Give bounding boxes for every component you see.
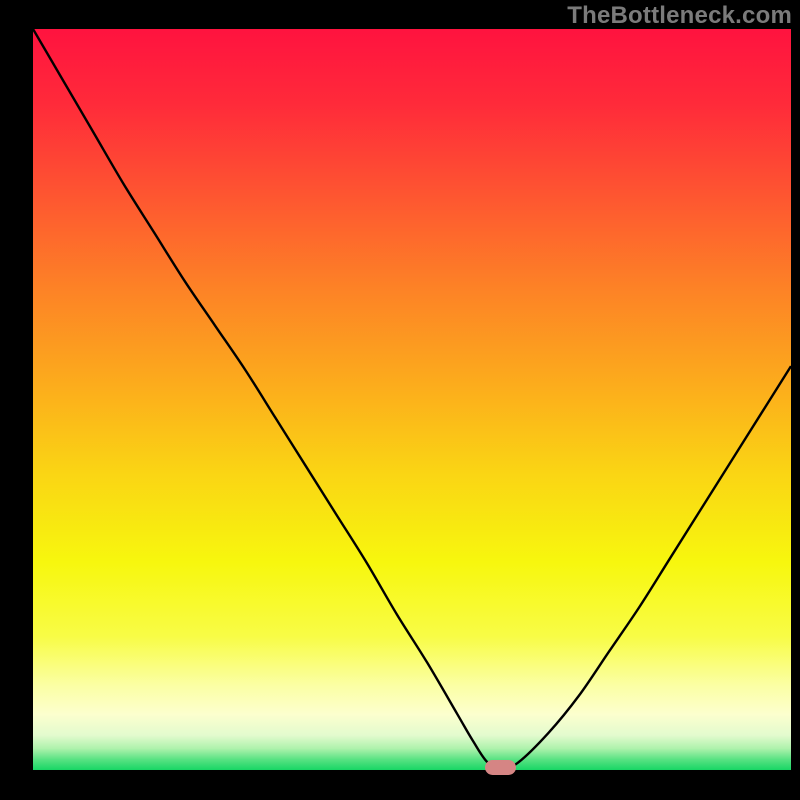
optimum-marker bbox=[485, 760, 516, 775]
chart-frame: TheBottleneck.com bbox=[0, 0, 800, 800]
watermark-text: TheBottleneck.com bbox=[567, 2, 792, 30]
plot-background bbox=[33, 29, 791, 770]
chart-canvas bbox=[0, 0, 800, 800]
